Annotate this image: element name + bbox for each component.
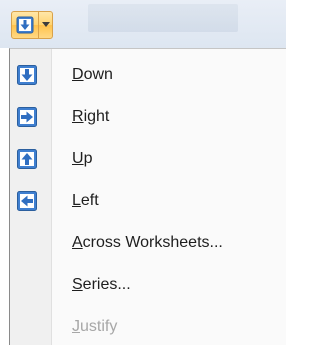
menu-item-label: Right [72,108,110,125]
menu-item-label: Down [72,66,113,83]
fill-down-icon [17,65,37,85]
fill-main-button[interactable] [12,12,39,38]
fill-up-icon [17,149,37,169]
fill-left-icon [17,191,37,211]
menu-item-series[interactable]: Series... [10,266,286,306]
fill-dropdown-arrow[interactable] [39,12,52,38]
menu-item-label: Series... [72,276,131,293]
fill-down-icon [16,16,34,34]
menu-item-left[interactable]: Left [10,182,286,222]
fill-split-button[interactable] [11,11,53,39]
fill-dropdown-menu: Down Right Up Left Across Worksheets... [9,48,286,345]
menu-item-justify: Justify [10,308,286,348]
ribbon-faded-buttons [88,4,238,32]
menu-item-down[interactable]: Down [10,56,286,96]
menu-item-label: Justify [72,318,118,335]
menu-item-label: Left [72,192,99,209]
menu-item-across-worksheets[interactable]: Across Worksheets... [10,224,286,264]
menu-item-right[interactable]: Right [10,98,286,138]
fill-right-icon [17,107,37,127]
chevron-down-icon [41,22,50,27]
menu-item-label: Across Worksheets... [72,234,223,251]
menu-item-label: Up [72,150,93,167]
menu-item-up[interactable]: Up [10,140,286,180]
